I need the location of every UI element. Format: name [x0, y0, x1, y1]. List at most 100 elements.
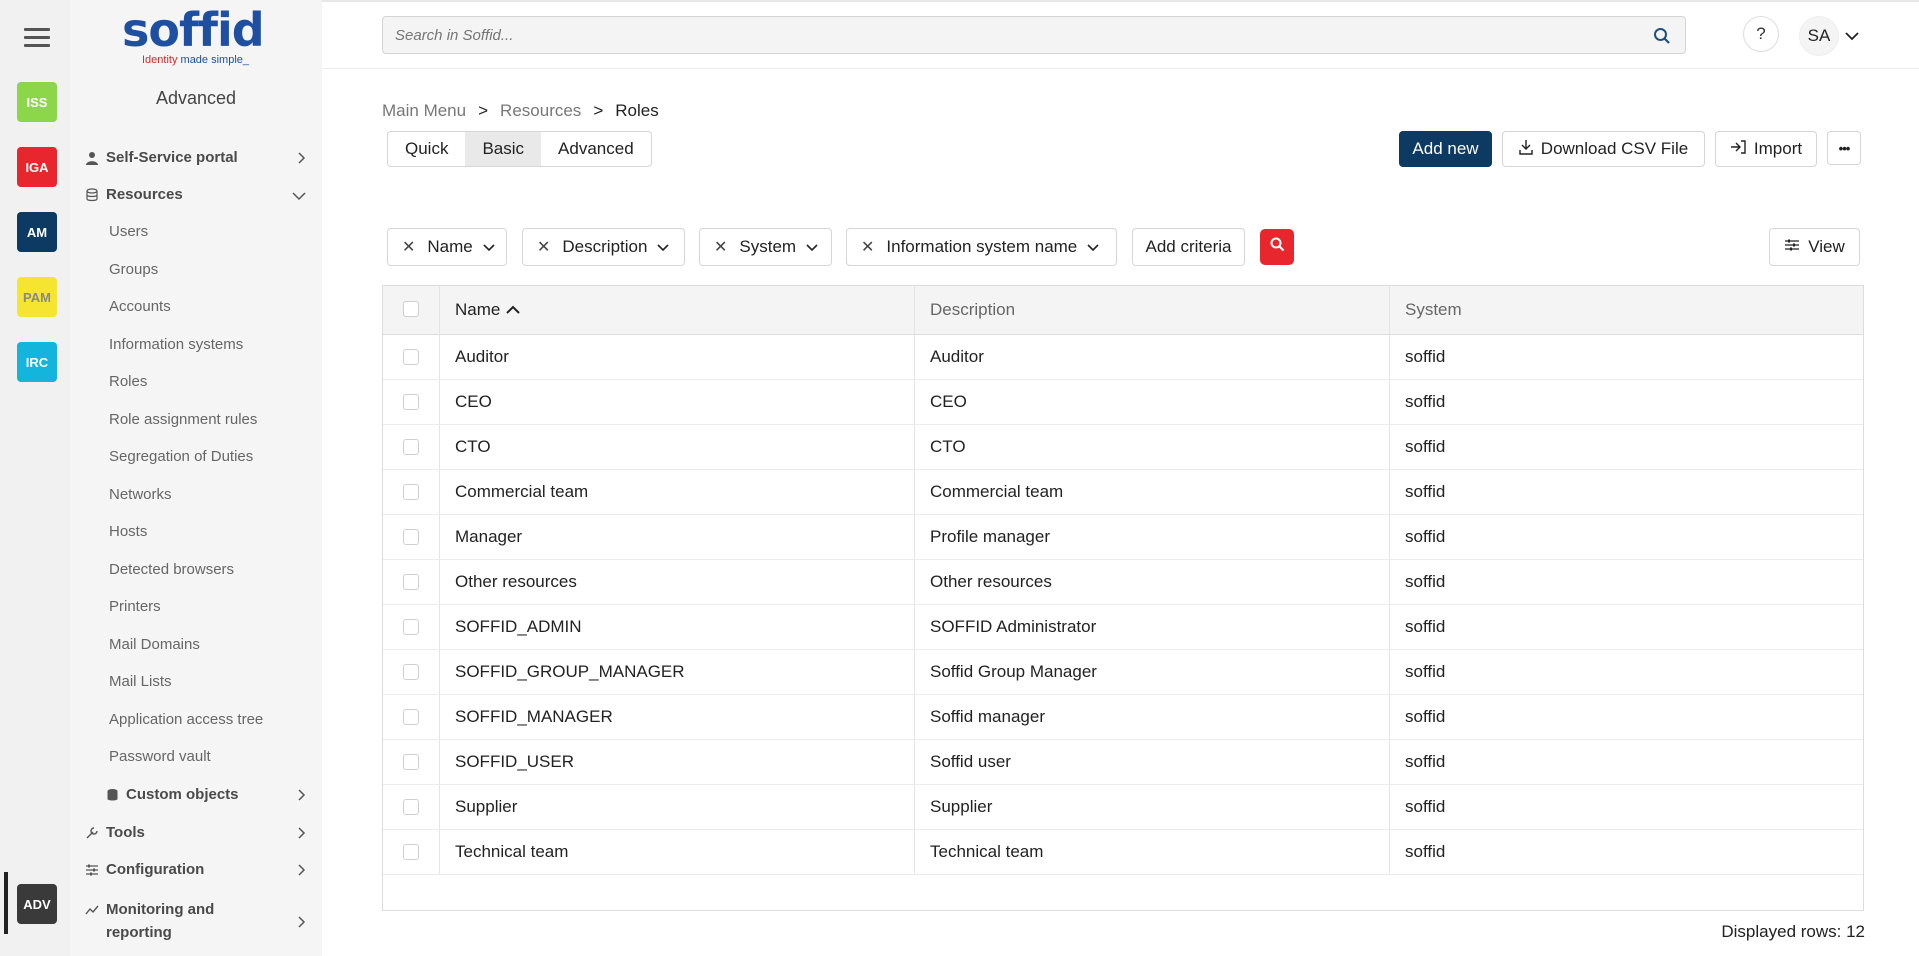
column-header-system[interactable]: System: [1390, 286, 1462, 334]
row-checkbox[interactable]: [403, 619, 419, 635]
filter-information-system-name[interactable]: ✕ Information system name: [846, 228, 1117, 266]
table-row[interactable]: Other resources Other resources soffid: [383, 560, 1863, 605]
row-checkbox[interactable]: [403, 349, 419, 365]
tab-quick[interactable]: Quick: [388, 132, 465, 166]
row-checkbox[interactable]: [403, 664, 419, 680]
chevron-right-icon: [296, 788, 306, 804]
module-iga[interactable]: IGA: [17, 147, 57, 187]
row-checkbox[interactable]: [403, 754, 419, 770]
sidebar-subitem-roles[interactable]: Roles: [109, 373, 147, 390]
table-row[interactable]: Supplier Supplier soffid: [383, 785, 1863, 830]
column-header-name[interactable]: Name: [440, 286, 521, 334]
row-checkbox[interactable]: [403, 844, 419, 860]
module-iss[interactable]: ISS: [17, 82, 57, 122]
chevron-right-icon: [296, 826, 306, 842]
filter-label: Description: [562, 237, 648, 256]
table-row[interactable]: SOFFID_MANAGER Soffid manager soffid: [383, 695, 1863, 740]
search-icon[interactable]: [1653, 27, 1671, 50]
close-icon[interactable]: ✕: [861, 237, 874, 257]
sidebar-subitem-groups[interactable]: Groups: [109, 261, 158, 278]
sidebar-item-monitoring[interactable]: Monitoring and reporting: [84, 898, 314, 944]
sidebar-subitem-information-systems[interactable]: Information systems: [109, 336, 243, 353]
cell-system: soffid: [1405, 617, 1446, 636]
table-row[interactable]: Commercial team Commercial team soffid: [383, 470, 1863, 515]
add-criteria-button[interactable]: Add criteria: [1132, 228, 1245, 266]
sidebar-subitem-users[interactable]: Users: [109, 223, 148, 240]
row-checkbox[interactable]: [403, 709, 419, 725]
add-new-label: Add new: [1412, 139, 1479, 158]
sidebar-subitem-printers[interactable]: Printers: [109, 598, 161, 615]
sidebar-subitem-hosts[interactable]: Hosts: [109, 523, 147, 540]
table-row[interactable]: SOFFID_ADMIN SOFFID Administrator soffid: [383, 605, 1863, 650]
add-new-button[interactable]: Add new: [1399, 131, 1492, 167]
sidebar-item-tools[interactable]: Tools: [84, 824, 314, 841]
sidebar-subitem-mail-domains[interactable]: Mail Domains: [109, 636, 200, 653]
row-checkbox[interactable]: [403, 484, 419, 500]
table-row[interactable]: Manager Profile manager soffid: [383, 515, 1863, 560]
table-row[interactable]: SOFFID_USER Soffid user soffid: [383, 740, 1863, 785]
row-checkbox[interactable]: [403, 394, 419, 410]
search-input[interactable]: [383, 17, 1623, 53]
row-checkbox[interactable]: [403, 574, 419, 590]
sidebar-subitem-networks[interactable]: Networks: [109, 486, 172, 503]
row-checkbox[interactable]: [403, 529, 419, 545]
table-row[interactable]: CTO CTO soffid: [383, 425, 1863, 470]
cell-system: soffid: [1405, 707, 1446, 726]
sidebar-subitem-password-vault[interactable]: Password vault: [109, 748, 211, 765]
sort-ascending-icon: [506, 286, 521, 334]
menu-icon[interactable]: [24, 28, 50, 48]
user-avatar[interactable]: SA: [1799, 16, 1839, 56]
sidebar-subitem-application-access-tree[interactable]: Application access tree: [109, 711, 263, 728]
filter-description[interactable]: ✕ Description: [522, 228, 685, 266]
tab-basic[interactable]: Basic: [465, 132, 542, 166]
filter-name[interactable]: ✕ Name: [387, 228, 507, 266]
filter-system[interactable]: ✕ System: [699, 228, 832, 266]
row-checkbox[interactable]: [403, 439, 419, 455]
module-am[interactable]: AM: [17, 212, 57, 252]
module-pam[interactable]: PAM: [17, 277, 57, 317]
column-header-description[interactable]: Description: [915, 286, 1015, 334]
close-icon[interactable]: ✕: [402, 237, 415, 257]
sidebar-subitem-mail-lists[interactable]: Mail Lists: [109, 673, 172, 690]
close-icon[interactable]: ✕: [537, 237, 550, 257]
cell-system: soffid: [1405, 572, 1446, 591]
tab-advanced[interactable]: Advanced: [541, 132, 651, 166]
database-icon: [84, 187, 100, 203]
module-irc[interactable]: IRC: [17, 342, 57, 382]
add-criteria-label: Add criteria: [1145, 237, 1232, 256]
close-icon[interactable]: ✕: [714, 237, 727, 257]
sidebar-subitem-role-assignment-rules[interactable]: Role assignment rules: [109, 411, 257, 428]
sidebar-item-custom-objects[interactable]: Custom objects: [104, 786, 314, 803]
sidebar-subitem-segregation-of-duties[interactable]: Segregation of Duties: [109, 448, 253, 465]
view-button[interactable]: View: [1769, 228, 1860, 266]
cell-system: soffid: [1405, 347, 1446, 366]
module-adv[interactable]: ADV: [17, 884, 57, 924]
help-button[interactable]: ?: [1743, 16, 1779, 52]
chevron-down-icon[interactable]: [1845, 28, 1859, 46]
table-row[interactable]: CEO CEO soffid: [383, 380, 1863, 425]
sidebar-subitem-accounts[interactable]: Accounts: [109, 298, 171, 315]
sliders-icon: [1784, 237, 1800, 257]
cell-system: soffid: [1405, 527, 1446, 546]
sidebar-item-configuration[interactable]: Configuration: [84, 861, 314, 878]
column-label: Name: [455, 300, 501, 319]
soffid-logo[interactable]: soffid Identity made simple_: [122, 6, 272, 68]
table-row[interactable]: Auditor Auditor soffid: [383, 335, 1863, 380]
chevron-down-icon: [657, 237, 670, 257]
download-csv-button[interactable]: Download CSV File: [1502, 131, 1705, 167]
more-options-button[interactable]: •••: [1827, 131, 1861, 165]
sidebar-item-self-service[interactable]: Self-Service portal: [84, 149, 314, 166]
breadcrumb-main-menu[interactable]: Main Menu: [382, 101, 466, 121]
apply-search-button[interactable]: [1260, 229, 1294, 265]
sidebar-item-resources[interactable]: Resources: [84, 186, 314, 203]
table-row[interactable]: Technical team Technical team soffid: [383, 830, 1863, 875]
chevron-right-icon: [296, 151, 306, 167]
row-checkbox[interactable]: [403, 799, 419, 815]
select-all-checkbox[interactable]: [403, 301, 419, 317]
table-row[interactable]: SOFFID_GROUP_MANAGER Soffid Group Manager…: [383, 650, 1863, 695]
breadcrumb-resources[interactable]: Resources: [500, 101, 581, 121]
import-button[interactable]: Import: [1715, 131, 1817, 167]
sidebar-subitem-detected-browsers[interactable]: Detected browsers: [109, 561, 234, 578]
cell-name: Auditor: [455, 347, 509, 366]
cell-description: Profile manager: [930, 527, 1051, 546]
